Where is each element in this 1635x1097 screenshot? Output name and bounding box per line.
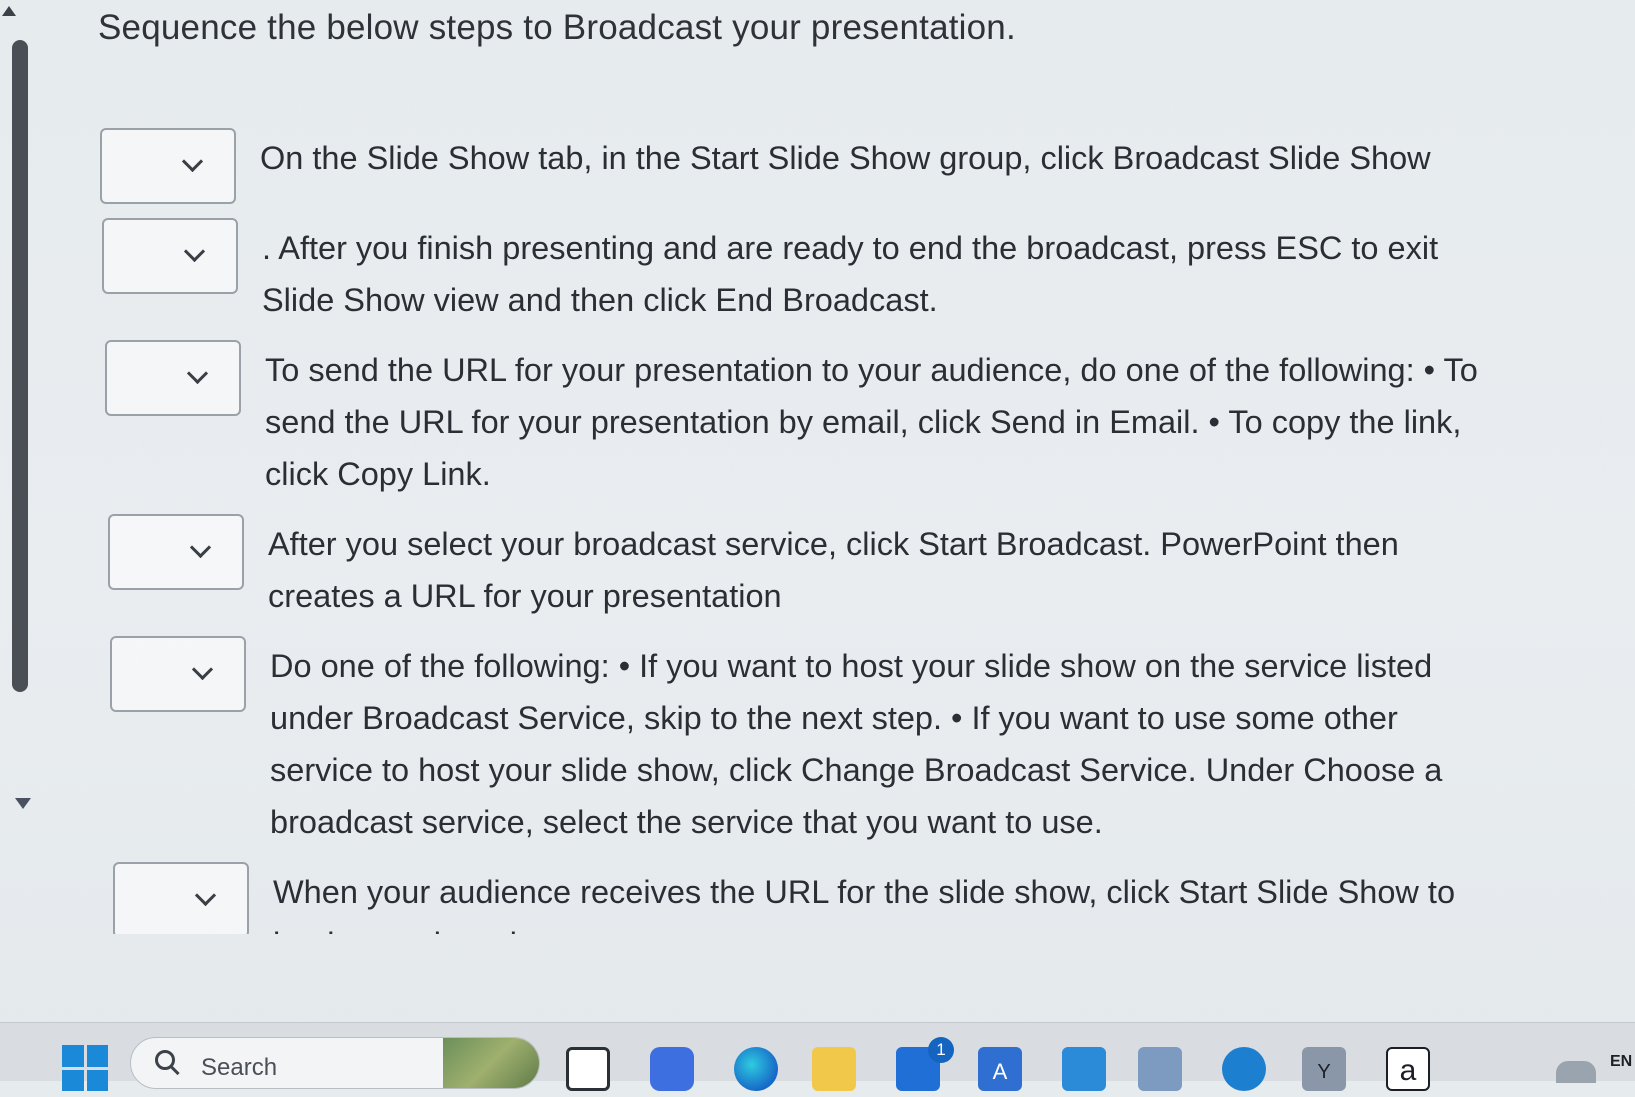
step-text: To send the URL for your presentation to…	[265, 352, 1478, 492]
chevron-down-icon	[181, 150, 204, 173]
search-highlight-image-icon[interactable]	[443, 1038, 539, 1088]
video-call-icon[interactable]	[650, 1047, 694, 1091]
step-order-dropdown[interactable]	[113, 862, 249, 934]
step-text: . After you finish presenting and are re…	[262, 230, 1439, 318]
step-item: On the Slide Show tab, in the Start Slid…	[100, 128, 1520, 204]
document-app-icon[interactable]	[1138, 1047, 1182, 1091]
scroll-up-arrow-icon[interactable]	[2, 6, 16, 16]
apps-grid-icon[interactable]	[1062, 1047, 1106, 1091]
app-a-icon[interactable]: A	[978, 1047, 1022, 1091]
step-order-dropdown[interactable]	[108, 514, 244, 590]
steps-list: On the Slide Show tab, in the Start Slid…	[100, 128, 1520, 948]
chevron-down-icon	[191, 658, 214, 681]
scroll-thumb[interactable]	[12, 40, 28, 692]
taskbar: Search 1 A Y a EN	[0, 1022, 1635, 1091]
step-order-dropdown[interactable]	[102, 218, 238, 294]
step-item: Do one of the following: • If you want t…	[100, 636, 1520, 848]
windows-start-icon[interactable]	[62, 1045, 108, 1091]
amazon-app-icon[interactable]: a	[1386, 1047, 1430, 1091]
search-icon	[155, 1050, 175, 1070]
file-explorer-icon[interactable]	[812, 1047, 856, 1091]
question-title: Sequence the below steps to Broadcast yo…	[98, 8, 1016, 47]
chevron-down-icon	[194, 884, 217, 907]
notification-badge: 1	[928, 1037, 954, 1063]
search-label: Search	[201, 1054, 278, 1081]
chevron-down-icon	[183, 240, 206, 263]
task-view-icon[interactable]	[566, 1047, 610, 1091]
step-text: On the Slide Show tab, in the Start Slid…	[260, 140, 1431, 176]
chevron-down-icon	[189, 536, 212, 559]
step-order-dropdown[interactable]	[100, 128, 236, 204]
vertical-scrollbar[interactable]	[0, 0, 31, 1022]
chevron-down-icon	[186, 362, 209, 385]
step-item: . After you finish presenting and are re…	[100, 218, 1520, 326]
step-text: When your audience receives the URL for …	[273, 874, 1456, 934]
step-text: Do one of the following: • If you want t…	[270, 648, 1443, 840]
taskbar-search-box[interactable]: Search	[130, 1037, 540, 1089]
step-order-dropdown[interactable]	[105, 340, 241, 416]
step-order-dropdown[interactable]	[110, 636, 246, 712]
language-indicator[interactable]: EN	[1610, 1053, 1632, 1071]
scroll-down-arrow-icon[interactable]	[15, 798, 31, 809]
app-y-icon[interactable]: Y	[1302, 1047, 1346, 1091]
step-item: To send the URL for your presentation to…	[100, 340, 1520, 500]
feather-app-icon[interactable]	[1222, 1047, 1266, 1091]
step-text: After you select your broadcast service,…	[268, 526, 1399, 614]
edge-browser-icon[interactable]	[734, 1047, 778, 1091]
step-item: After you select your broadcast service,…	[100, 514, 1520, 622]
step-item: When your audience receives the URL for …	[100, 862, 1520, 934]
